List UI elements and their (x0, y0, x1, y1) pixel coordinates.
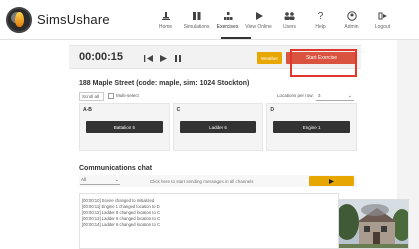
location-panel[interactable]: A-B Battalion 5 (79, 103, 170, 151)
chat-channel-select[interactable]: All ⌄ (80, 177, 120, 185)
logout-icon (377, 10, 389, 22)
nav-label: Simulations (183, 24, 210, 30)
simsushare-logo-icon[interactable] (6, 7, 32, 33)
send-icon (329, 178, 334, 184)
multi-select-label: Multi-select (116, 93, 139, 98)
chevron-down-icon: ⌄ (347, 93, 352, 99)
user-icon (346, 10, 358, 22)
nav-label: Home (158, 24, 173, 30)
chat-channel-value: All (81, 177, 87, 182)
home-icon (160, 10, 172, 22)
play-icon (159, 54, 167, 62)
locations-per-row-select[interactable]: 3 ⌄ (316, 92, 354, 101)
pause-icon (175, 54, 181, 62)
nav-label: Help (315, 24, 326, 30)
exercise-control-bar: 00:00:15 Weather Start Exercise (69, 45, 361, 69)
location-panel-title: D (270, 107, 274, 113)
play-button[interactable] (158, 53, 168, 63)
chat-log[interactable]: [00:00:10] Scene changed to Initialized … (79, 193, 339, 249)
nav-admin[interactable]: Admin (336, 0, 367, 40)
locations-per-row-value: 3 (318, 93, 321, 98)
chat-input-bar: All ⌄ (79, 175, 357, 187)
location-panel[interactable]: D Engine 1 (266, 103, 358, 151)
scenario-title: 188 Maple Street (code: maple, sim: 1024… (79, 80, 250, 87)
active-tab-indicator (221, 37, 251, 39)
nav-label: Admin (344, 24, 359, 30)
help-icon: ? (317, 10, 324, 22)
unit-button[interactable]: Battalion 5 (86, 121, 163, 133)
location-panel[interactable]: C Ladder 6 (172, 103, 264, 151)
locations-per-row-label: Locations per row: (277, 93, 314, 98)
chevron-down-icon: ⌄ (114, 177, 119, 183)
nav-label: Logout (374, 24, 391, 30)
nav-home[interactable]: Home (150, 0, 181, 40)
nav-help[interactable]: ? Help (305, 0, 336, 40)
location-panel-title: C (176, 107, 181, 113)
weather-button[interactable]: Weather (257, 52, 282, 64)
unit-button[interactable]: Engine 1 (273, 121, 351, 133)
nav-logout[interactable]: Logout (367, 0, 398, 40)
scenario-options: Scroll all Multi-select Locations per ro… (79, 92, 357, 102)
nav-label: Users (282, 24, 297, 30)
exercises-icon (222, 10, 234, 22)
chat-message-input[interactable] (148, 177, 298, 185)
location-panel-title: A-B (83, 107, 92, 113)
main-nav: Home Simulations Exercises View Online U… (150, 0, 398, 40)
nav-label: View Online (245, 24, 272, 30)
nav-view-online[interactable]: View Online (243, 0, 274, 40)
nav-exercises[interactable]: Exercises (212, 0, 243, 40)
exercise-timer: 00:00:15 (79, 51, 124, 63)
rewind-button[interactable] (143, 53, 153, 63)
nav-users[interactable]: Users (274, 0, 305, 40)
users-icon (284, 10, 296, 22)
simulations-icon (191, 10, 203, 22)
brand-name: SimsUshare (37, 12, 110, 27)
unit-button[interactable]: Ladder 6 (179, 121, 257, 133)
location-panels: A-B Battalion 5 C Ladder 6 D Engine 1 (79, 103, 358, 151)
play-icon (253, 10, 265, 22)
scroll-select[interactable]: Scroll all (79, 92, 104, 101)
send-message-button[interactable] (309, 176, 354, 186)
scene-photo[interactable] (338, 199, 409, 249)
nav-label: Exercises (216, 24, 239, 30)
chat-title: Communications chat (79, 165, 153, 172)
start-exercise-button[interactable]: Start Exercise (286, 52, 357, 64)
top-navigation-bar: SimsUshare Home Simulations Exercises Vi… (0, 0, 419, 40)
pause-button[interactable] (173, 53, 183, 63)
multi-select-checkbox[interactable] (108, 93, 114, 99)
rewind-icon (143, 54, 153, 62)
nav-simulations[interactable]: Simulations (181, 0, 212, 40)
chat-log-line: [00:00:14] Ladder 6 changed location to … (82, 222, 160, 227)
